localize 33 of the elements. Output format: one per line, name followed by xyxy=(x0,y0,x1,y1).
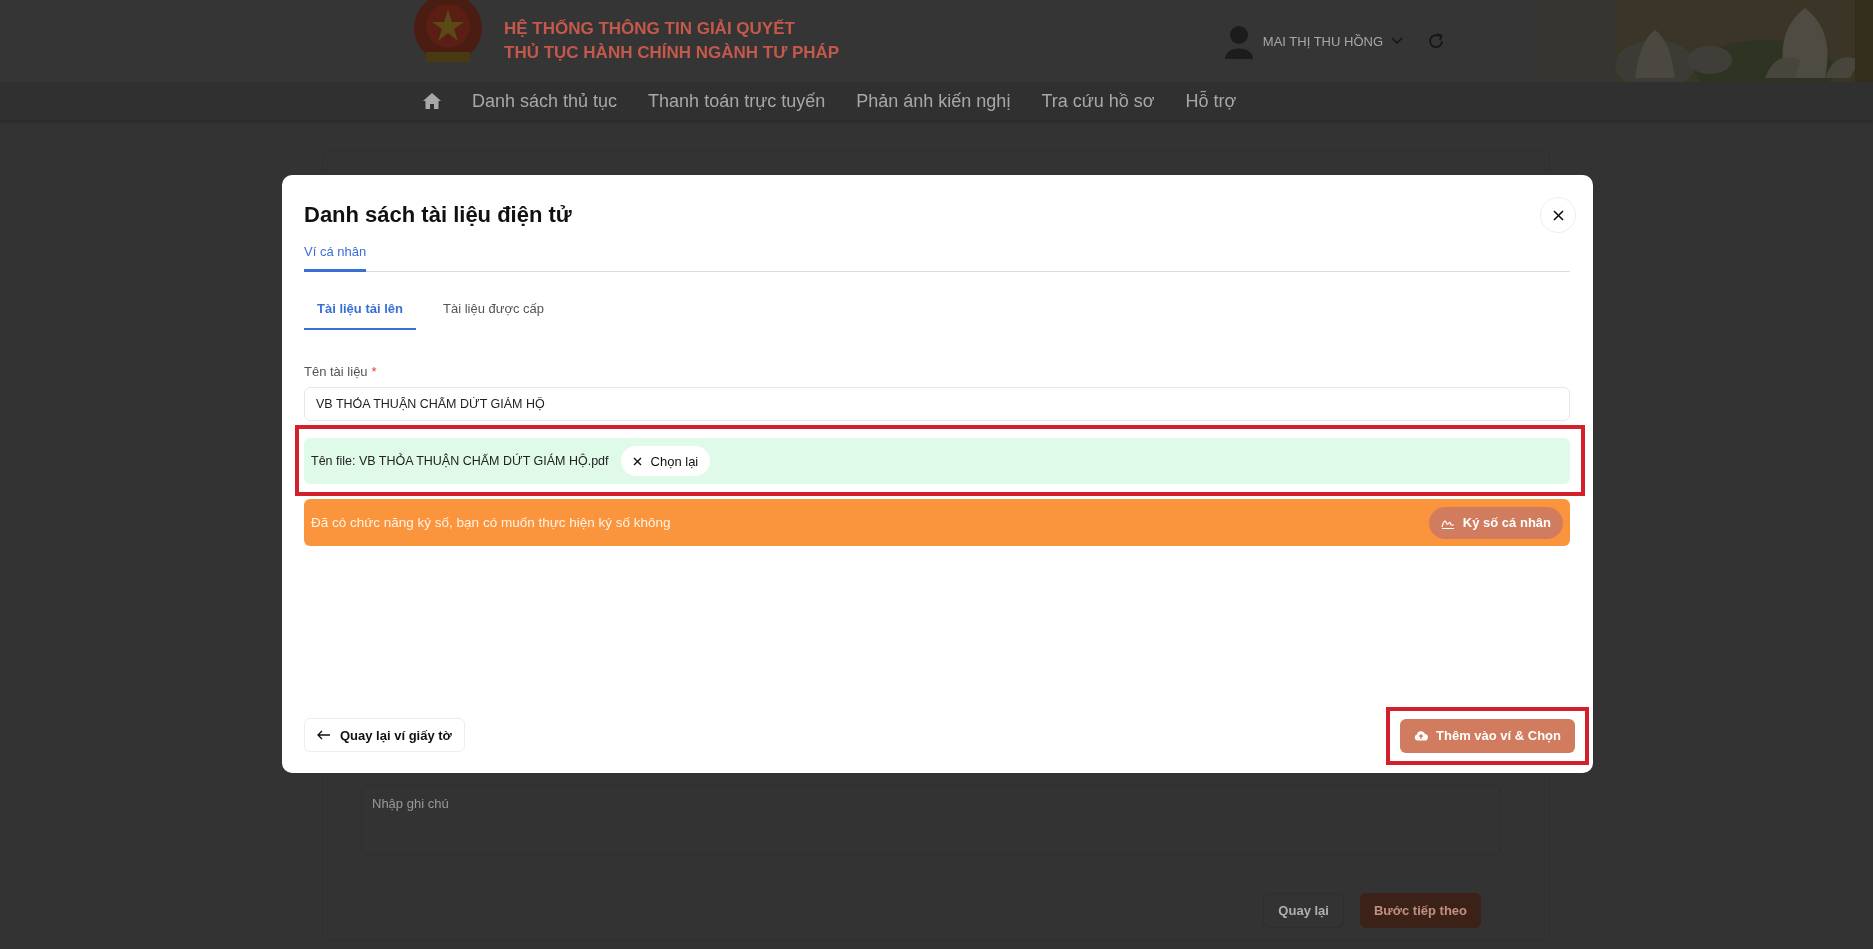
digital-sign-button[interactable]: Ký số cá nhân xyxy=(1428,506,1563,539)
reselect-button[interactable]: Chọn lại xyxy=(620,446,711,476)
site-title-line: THỦ TỤC HÀNH CHÍNH NGÀNH TƯ PHÁP xyxy=(504,43,840,63)
file-name: Tên file: VB THỎA THUẬN CHẤM DỨT GIÁM HỘ.pdf xyxy=(311,454,609,468)
close-button[interactable] xyxy=(1540,197,1576,233)
cloud-upload-icon xyxy=(1414,730,1429,741)
modal-title: Danh sách tài liệu điện tử xyxy=(304,202,572,228)
back-to-wallet-button[interactable]: Quay lại ví giấy tờ xyxy=(304,718,465,752)
avatar-icon[interactable] xyxy=(1222,23,1255,59)
document-name-field[interactable]: VB THỎA THUẬN CHẤM DỨT GIÁM HỘ xyxy=(304,387,1570,421)
home-icon[interactable] xyxy=(423,93,441,109)
close-icon xyxy=(1552,209,1564,221)
tab[interactable]: Tài liệu tải lên xyxy=(304,297,416,330)
nav-link[interactable]: Phản ánh kiến nghị xyxy=(856,90,1011,112)
back-button[interactable]: Quay lại xyxy=(1263,893,1344,928)
nav-link[interactable]: Thanh toán trực tuyến xyxy=(648,90,826,112)
chevron-down-icon[interactable] xyxy=(1391,37,1403,45)
tab[interactable]: Tài liệu được cấp xyxy=(429,297,558,330)
nav-link[interactable]: Hỗ trợ xyxy=(1185,90,1237,112)
nav-link[interactable]: Tra cứu hồ sơ xyxy=(1041,90,1155,112)
arrow-left-icon xyxy=(317,730,331,740)
sign-notice-text: Đã có chức năng ký số, bạn có muốn thực hiện ký số không xyxy=(311,515,671,530)
note-field[interactable]: Nhập ghi chú xyxy=(361,785,1501,855)
field-label: Tên tài liệu xyxy=(304,364,368,379)
close-icon xyxy=(632,456,642,466)
nav-link[interactable]: Danh sách thủ tục xyxy=(472,90,618,112)
tab[interactable]: Ví cá nhân xyxy=(304,242,367,272)
refresh-icon[interactable] xyxy=(1427,32,1445,50)
next-step-button[interactable]: Bước tiếp theo xyxy=(1359,893,1481,928)
required-mark: * xyxy=(371,364,377,379)
site-title-line: HỆ THỐNG THÔNG TIN GIẢI QUYẾT xyxy=(504,19,796,39)
add-to-wallet-button[interactable]: Thêm vào ví & Chọn xyxy=(1400,718,1575,753)
user-name[interactable]: MAI THỊ THU HỒNG xyxy=(1262,33,1383,49)
